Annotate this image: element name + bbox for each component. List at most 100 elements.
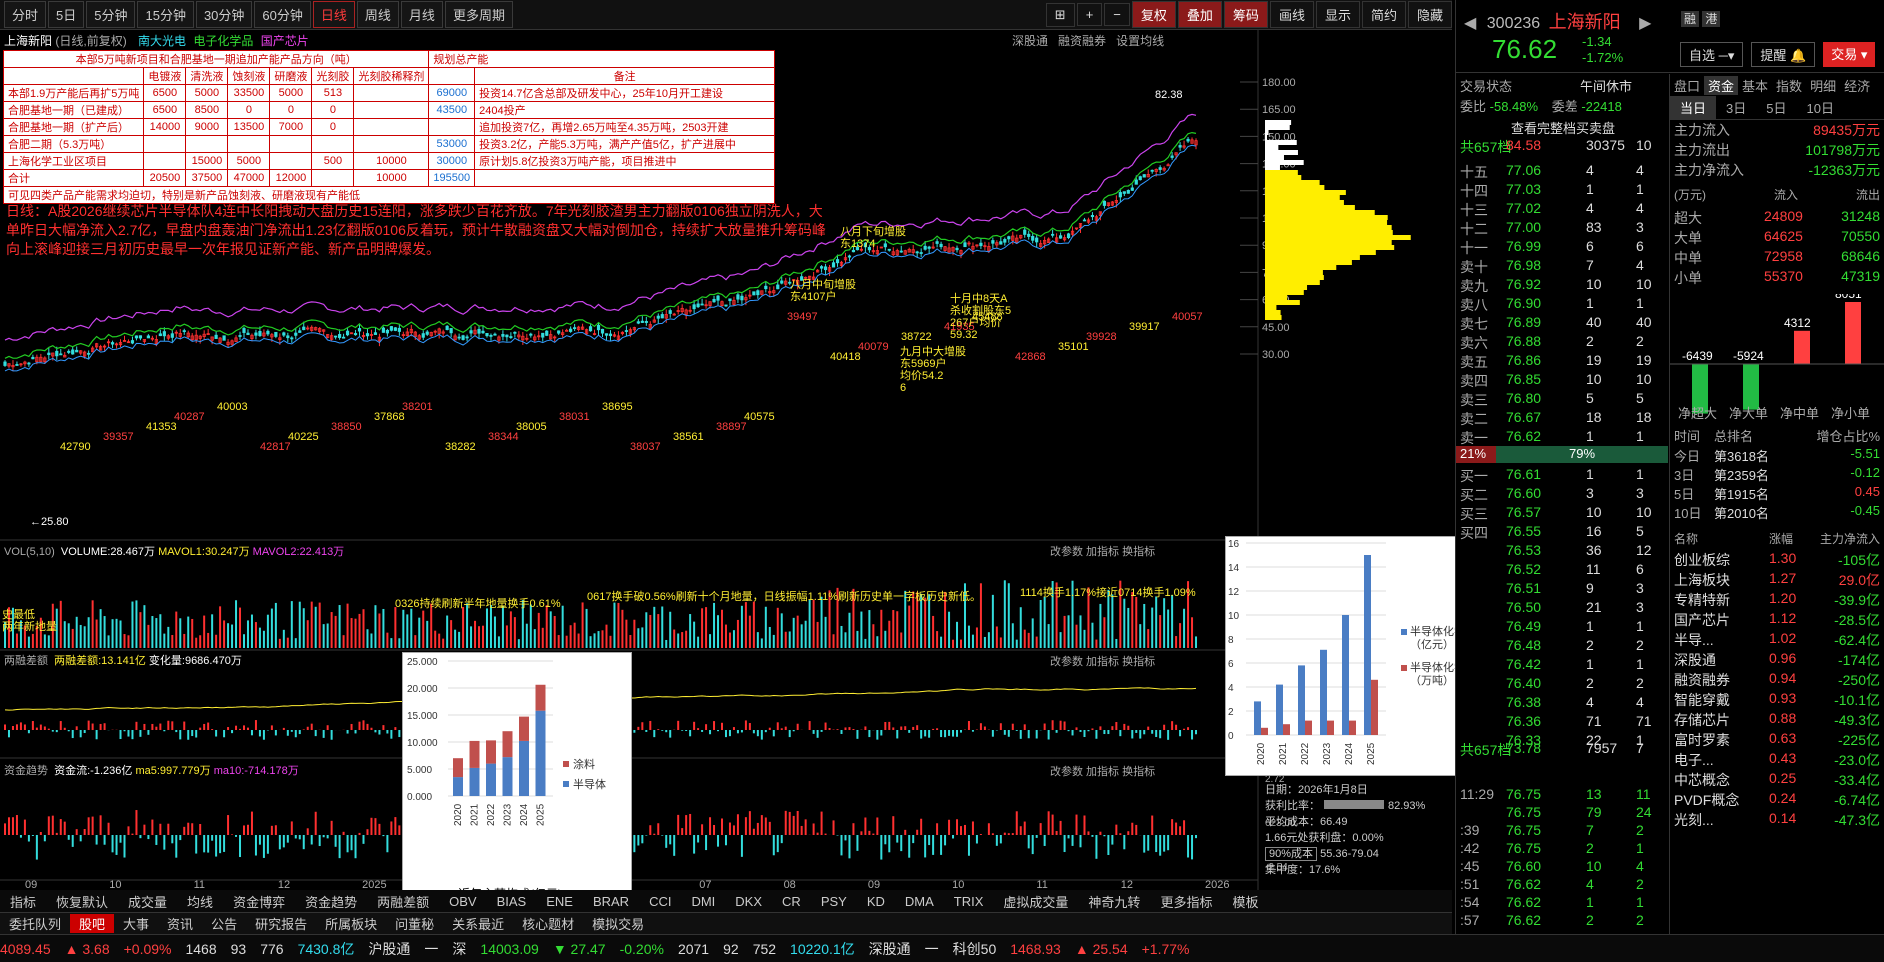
- bid-row[interactable]: 76.49 1 1: [1456, 618, 1666, 637]
- bid-row[interactable]: 76.42 1 1: [1456, 656, 1666, 675]
- indicator-tab-3[interactable]: 均线: [177, 892, 223, 911]
- bid-row[interactable]: 买四 76.55 16 5: [1456, 523, 1666, 542]
- period-6[interactable]: 日线: [312, 1, 355, 28]
- fund-tab-1[interactable]: 资金: [1704, 76, 1739, 95]
- bottom-tab-4[interactable]: 公告: [202, 914, 246, 933]
- tick-row[interactable]: :57 76.62 2 2: [1456, 912, 1666, 931]
- tick-row[interactable]: :39 76.75 7 2: [1456, 822, 1666, 841]
- ask-row[interactable]: 十二 77.00 83 3: [1456, 219, 1666, 238]
- sector-row[interactable]: 中芯概念 0.25 -33.4亿: [1674, 770, 1880, 790]
- ask-row[interactable]: 卖二 76.67 18 18: [1456, 409, 1666, 428]
- bid-row[interactable]: 76.40 2 2: [1456, 675, 1666, 694]
- watchlist-button[interactable]: 自选 ─▾: [1680, 42, 1744, 67]
- bid-row[interactable]: 76.51 9 3: [1456, 580, 1666, 599]
- indicator-tab-8[interactable]: BIAS: [487, 894, 537, 909]
- tick-row[interactable]: 11:29 76.75 13 11: [1456, 786, 1666, 805]
- bid-total[interactable]: 共657档 73.78 7957 7: [1456, 740, 1666, 759]
- ask-row[interactable]: 卖九 76.92 10 10: [1456, 276, 1666, 295]
- bid-row[interactable]: 76.36 71 71: [1456, 713, 1666, 732]
- indicator-tab-16[interactable]: KD: [857, 894, 895, 909]
- bid-row[interactable]: 买三 76.57 10 10: [1456, 504, 1666, 523]
- sector-row[interactable]: 富时罗素 0.63 -225亿: [1674, 730, 1880, 750]
- indicator-tab-9[interactable]: ENE: [536, 894, 583, 909]
- indicator-tab-17[interactable]: DMA: [895, 894, 944, 909]
- period-0[interactable]: 分时: [4, 1, 47, 28]
- period-9[interactable]: 更多周期: [444, 1, 513, 28]
- sector-row[interactable]: PVDF概念 0.24 -6.74亿: [1674, 790, 1880, 810]
- toolbar-right-0[interactable]: 复权: [1131, 1, 1176, 28]
- zoom-icon-0[interactable]: ⊞: [1045, 2, 1075, 27]
- ask-row[interactable]: 十四 77.03 1 1: [1456, 181, 1666, 200]
- indicator-tab-0[interactable]: 指标: [0, 892, 46, 911]
- indicator-tab-5[interactable]: 资金趋势: [295, 892, 367, 911]
- indicator-tab-14[interactable]: CR: [772, 894, 811, 909]
- bottom-tab-6[interactable]: 所属板块: [316, 914, 386, 933]
- sector-row[interactable]: 智能穿戴 0.93 -10.1亿: [1674, 690, 1880, 710]
- period-1[interactable]: 5日: [48, 1, 85, 28]
- period-tab-2[interactable]: 5日: [1756, 96, 1796, 119]
- bid-row[interactable]: 76.38 4 4: [1456, 694, 1666, 713]
- depth-total[interactable]: 共657档 84.58 30375 10: [1456, 137, 1666, 156]
- full-depth-link[interactable]: 查看完整档买卖盘: [1460, 118, 1666, 137]
- bottom-tab-9[interactable]: 核心题材: [513, 914, 583, 933]
- indicator-tab-12[interactable]: DMI: [681, 894, 725, 909]
- indicator-tab-19[interactable]: 虚拟成交量: [993, 892, 1078, 911]
- toolbar-right-2[interactable]: 筹码: [1223, 1, 1268, 28]
- rzrq-toggle[interactable]: 融资融券: [1058, 34, 1106, 48]
- indicator-tab-1[interactable]: 恢复默认: [46, 892, 118, 911]
- bid-row[interactable]: 76.52 11 6: [1456, 561, 1666, 580]
- hk-badge[interactable]: 港: [1702, 11, 1721, 27]
- status-item-7[interactable]: 沪股通: [368, 939, 410, 959]
- indicator-tab-11[interactable]: CCI: [639, 894, 681, 909]
- indicator-tab-18[interactable]: TRIX: [944, 894, 994, 909]
- bid-row[interactable]: 76.48 2 2: [1456, 637, 1666, 656]
- toolbar-right-4[interactable]: 显示: [1315, 1, 1360, 28]
- sector-row[interactable]: 上海板块 1.27 29.0亿: [1674, 570, 1880, 590]
- chip-cost-select[interactable]: 90%成本: [1265, 847, 1318, 861]
- fund-tab-2[interactable]: 基本: [1738, 76, 1772, 95]
- zoom-icon-1[interactable]: +: [1076, 3, 1103, 26]
- period-7[interactable]: 周线: [356, 1, 399, 28]
- ask-row[interactable]: 卖七 76.89 40 40: [1456, 314, 1666, 333]
- ask-row[interactable]: 十一 76.99 6 6: [1456, 238, 1666, 257]
- tick-row[interactable]: :51 76.62 4 2: [1456, 876, 1666, 895]
- sector-row[interactable]: 深股通 0.96 -174亿: [1674, 650, 1880, 670]
- bottom-tab-2[interactable]: 大事: [114, 914, 158, 933]
- bottom-tab-5[interactable]: 研究报告: [246, 914, 316, 933]
- next-stock-arrow[interactable]: ▶: [1639, 15, 1651, 32]
- alert-button[interactable]: 提醒 🔔: [1751, 42, 1816, 67]
- ask-row[interactable]: 卖四 76.85 10 10: [1456, 371, 1666, 390]
- ask-row[interactable]: 卖一 76.62 1 1: [1456, 428, 1666, 447]
- toolbar-right-6[interactable]: 隐藏: [1407, 1, 1452, 28]
- margin-badge[interactable]: 融: [1681, 11, 1700, 27]
- sector-row[interactable]: 创业板综 1.30 -105亿: [1674, 550, 1880, 570]
- bottom-tab-3[interactable]: 资讯: [158, 914, 202, 933]
- period-4[interactable]: 30分钟: [195, 1, 253, 28]
- status-item-17[interactable]: 深股通: [869, 939, 911, 959]
- fund-tab-3[interactable]: 指数: [1772, 76, 1806, 95]
- ask-row[interactable]: 十三 77.02 4 4: [1456, 200, 1666, 219]
- bid-row[interactable]: 买一 76.61 1 1: [1456, 466, 1666, 485]
- trade-button[interactable]: 交易 ▾: [1823, 42, 1876, 67]
- ask-row[interactable]: 卖五 76.86 19 19: [1456, 352, 1666, 371]
- bid-row[interactable]: 买二 76.60 3 3: [1456, 485, 1666, 504]
- ask-row[interactable]: 十五 77.06 4 4: [1456, 162, 1666, 181]
- indicator-tab-4[interactable]: 资金博弈: [223, 892, 295, 911]
- indicator-tab-21[interactable]: 更多指标: [1150, 892, 1222, 911]
- tick-row[interactable]: :42 76.75 2 1: [1456, 840, 1666, 859]
- period-5[interactable]: 60分钟: [254, 1, 311, 28]
- tick-row[interactable]: 76.75 79 24: [1456, 804, 1666, 823]
- sector-row[interactable]: 存储芯片 0.88 -49.3亿: [1674, 710, 1880, 730]
- sector-row[interactable]: 电子... 0.43 -23.0亿: [1674, 750, 1880, 770]
- ma-settings[interactable]: 设置均线: [1116, 34, 1164, 48]
- bid-row[interactable]: 76.50 21 3: [1456, 599, 1666, 618]
- fund-tab-0[interactable]: 盘口: [1670, 76, 1704, 95]
- ask-row[interactable]: 卖六 76.88 2 2: [1456, 333, 1666, 352]
- fund-tab-4[interactable]: 明细: [1806, 76, 1840, 95]
- period-3[interactable]: 15分钟: [137, 1, 194, 28]
- indicator-tab-10[interactable]: BRAR: [583, 894, 639, 909]
- fund-tab-5[interactable]: 经济: [1840, 76, 1874, 95]
- prev-stock-arrow[interactable]: ◀: [1464, 15, 1476, 32]
- zoom-icon-2[interactable]: −: [1104, 3, 1130, 26]
- period-tab-0[interactable]: 当日: [1670, 96, 1717, 119]
